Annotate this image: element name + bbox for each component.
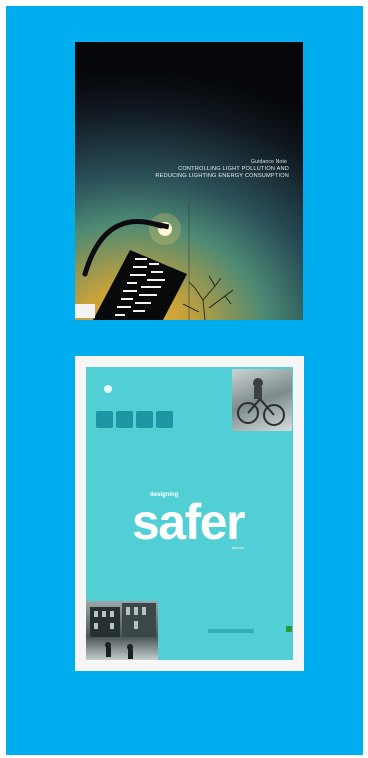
buildings-icon <box>90 603 156 659</box>
street-photo <box>86 601 158 660</box>
cover-title: CONTROLLING LIGHT POLLUTION AND REDUCING… <box>129 166 289 180</box>
cover-title-line: REDUCING LIGHTING ENERGY CONSUMPTION <box>155 173 289 180</box>
cover-kicker: Guidance Note <box>251 159 287 165</box>
streetlamp-illustration <box>75 202 234 320</box>
tile-icon <box>136 411 153 428</box>
footer-bar <box>208 629 254 633</box>
cover-word-post: places <box>232 545 244 550</box>
publication-cover-safer-places[interactable]: designing safer places <box>75 356 304 671</box>
tile-icon <box>156 411 173 428</box>
cyclists-photo <box>232 369 292 431</box>
bicycle-icon <box>237 378 285 426</box>
tile-icon <box>96 411 113 428</box>
tile-icon <box>116 411 133 428</box>
cover-artwork: designing safer places <box>86 367 293 660</box>
publication-cover-light-pollution[interactable]: Guidance Note CONTROLLING LIGHT POLLUTIO… <box>75 42 303 320</box>
cover-title-line: CONTROLLING LIGHT POLLUTION AND <box>178 166 289 172</box>
cover-main-word: safer <box>132 494 246 550</box>
publisher-logo-icon <box>104 385 112 393</box>
green-square-icon <box>286 626 292 632</box>
